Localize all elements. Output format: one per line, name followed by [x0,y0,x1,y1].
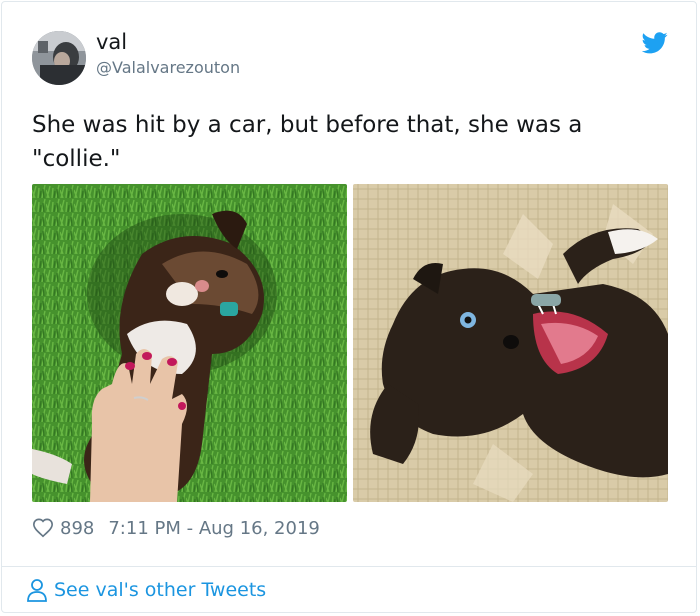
divider [1,566,697,567]
author-name[interactable]: val [96,30,127,54]
heart-icon[interactable] [32,517,54,539]
tweet-text: She was hit by a car, but before that, s… [32,112,583,172]
like-count[interactable]: 898 [60,518,94,539]
avatar-image [32,31,86,85]
tweet-photo-puppy-on-blanket[interactable] [353,184,668,502]
tweet-timestamp[interactable]: 7:11 PM - Aug 16, 2019 [108,518,320,539]
twitter-bird-icon[interactable] [642,32,668,54]
see-more-label: See val's other Tweets [54,579,267,601]
person-icon [27,579,47,602]
avatar[interactable] [32,31,86,85]
puppy-grass-image [32,184,347,502]
tweet-meta: 898 7:11 PM - Aug 16, 2019 [32,515,320,541]
tweet-photo-puppy-in-grass[interactable] [32,184,347,502]
author-handle[interactable]: @Valalvarezouton [96,58,240,77]
puppy-blanket-image [353,184,668,502]
see-more-tweets-link[interactable]: See val's other Tweets [26,578,266,602]
